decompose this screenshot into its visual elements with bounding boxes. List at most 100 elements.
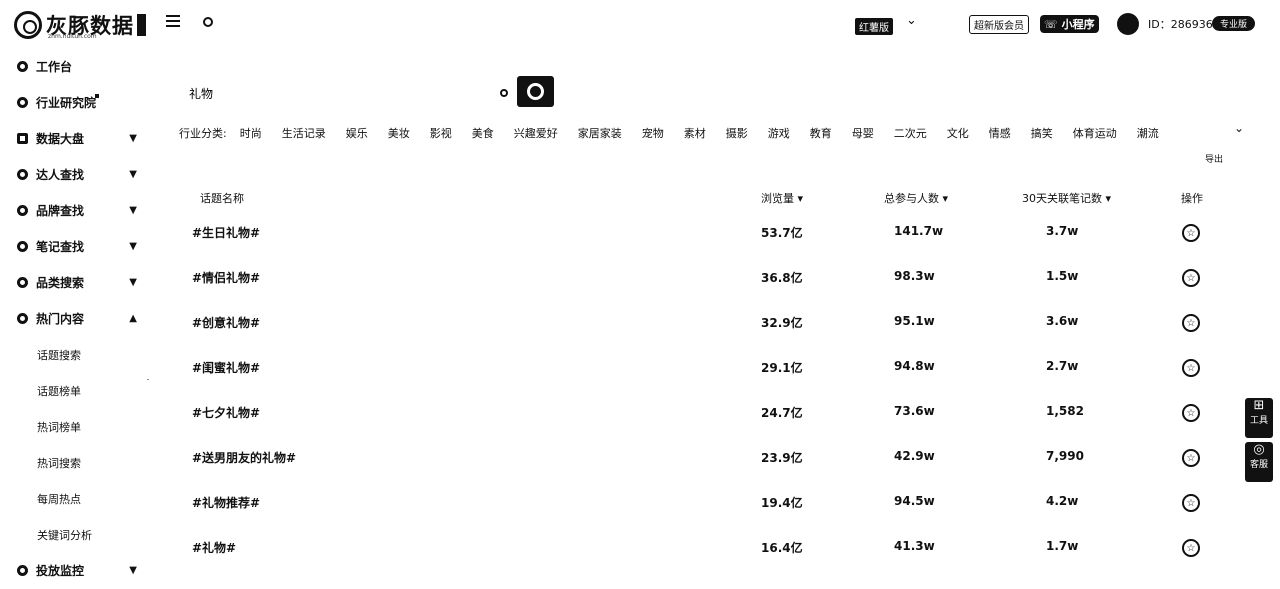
favorite-star-icon[interactable]: ☆ [1182, 269, 1200, 287]
search-icon[interactable] [203, 17, 213, 27]
nav-item-influencer[interactable]: 达人查找 ▼ [17, 164, 137, 184]
mini-program-button[interactable]: ☏ 小程序 [1040, 15, 1099, 33]
nav-item-dashboard[interactable]: 数据大盘 ▼ [17, 128, 137, 148]
topic-name-link[interactable]: #礼物# [192, 539, 236, 556]
category-item[interactable]: 游戏 [768, 125, 790, 141]
sub-item-topic-rank[interactable]: 话题榜单 [37, 383, 81, 399]
header-views[interactable]: 浏览量 ▾ [761, 190, 803, 206]
tools-icon: ⊞ [1253, 398, 1265, 413]
plan-badge: 专业版 [1212, 16, 1256, 31]
views-value: 29.1亿 [761, 361, 803, 375]
participants-value: 141.7w [894, 224, 944, 238]
favorite-star-icon[interactable]: ☆ [1182, 359, 1200, 377]
category-item[interactable]: 宠物 [642, 125, 664, 141]
chart-icon [17, 132, 28, 144]
nav-item-research[interactable]: 行业研究院 [17, 92, 137, 112]
favorite-star-icon[interactable]: ☆ [1182, 404, 1200, 422]
topic-name-link[interactable]: #生日礼物# [192, 224, 260, 241]
table-row: #送男朋友的礼物# 23.9亿 42.9w 7,990 ☆ [0, 449, 1280, 469]
views-value: 23.9亿 [761, 451, 803, 465]
notes-count-value: 2.7w [1046, 359, 1079, 373]
favorite-star-icon[interactable]: ☆ [1182, 224, 1200, 242]
float-tools-button[interactable]: ⊞ 工具 [1245, 398, 1273, 438]
category-item[interactable]: 生活记录 [282, 125, 326, 141]
topic-name-link[interactable]: #闺蜜礼物# [192, 359, 260, 376]
category-item[interactable]: 搞笑 [1031, 125, 1053, 141]
clear-icon[interactable] [500, 89, 508, 97]
topic-name-link[interactable]: #创意礼物# [192, 314, 260, 331]
favorite-star-icon[interactable]: ☆ [1182, 314, 1200, 332]
category-item[interactable]: 体育运动 [1073, 125, 1117, 141]
table-row: #情侣礼物# 36.8亿 98.3w 1.5w ☆ [0, 269, 1280, 289]
category-item[interactable]: 影视 [430, 125, 452, 141]
version-selector[interactable]: 红薯版 [855, 18, 893, 35]
nav-item-label: 工作台 [36, 59, 73, 74]
notes-count-value: 1,582 [1046, 404, 1084, 418]
mini-program-label: 小程序 [1061, 18, 1095, 31]
favorite-star-icon[interactable]: ☆ [1182, 449, 1200, 467]
avatar[interactable] [1117, 13, 1139, 35]
header-notes[interactable]: 30天关联笔记数 ▾ [1022, 190, 1111, 206]
menu-toggle-icon[interactable] [166, 15, 180, 27]
table-row: #闺蜜礼物# 29.1亿 94.8w 2.7w ☆ [0, 359, 1280, 379]
notes-count-value: 7,990 [1046, 449, 1084, 463]
logo-mark-icon [14, 11, 42, 39]
category-item[interactable]: 娱乐 [346, 125, 368, 141]
participants-value: 94.8w [894, 359, 935, 373]
chevron-down-icon: ▼ [129, 204, 137, 216]
category-item[interactable]: 兴趣爱好 [514, 125, 558, 141]
service-icon: ◎ [1253, 442, 1265, 457]
chevron-down-icon: ▼ [129, 168, 137, 180]
category-item[interactable]: 摄影 [726, 125, 748, 141]
float-service-button[interactable]: ◎ 客服 [1245, 442, 1273, 482]
table-row: #生日礼物# 53.7亿 141.7w 3.7w ☆ [0, 224, 1280, 244]
topic-name-link[interactable]: #七夕礼物# [192, 404, 260, 421]
header-participants[interactable]: 总参与人数 ▾ [884, 190, 948, 206]
search-icon [527, 83, 544, 100]
notes-count-value: 1.5w [1046, 269, 1079, 283]
category-item[interactable]: 教育 [810, 125, 832, 141]
chevron-down-icon[interactable]: ⌄ [1234, 121, 1244, 135]
export-button[interactable]: 导出 [1205, 152, 1223, 165]
search-input[interactable] [179, 78, 509, 108]
nav-item-monitor[interactable]: 投放监控 ▼ [17, 560, 137, 580]
chevron-down-icon[interactable]: ⌄ [906, 13, 917, 28]
sort-icon: ▾ [942, 192, 949, 205]
category-item[interactable]: 美妆 [388, 125, 410, 141]
search-button[interactable] [517, 76, 554, 107]
topic-name-link[interactable]: #送男朋友的礼物# [192, 449, 296, 466]
header-actions: 操作 [1181, 192, 1203, 205]
category-item[interactable]: 家居家装 [578, 125, 622, 141]
nav-item-workbench[interactable]: 工作台 [17, 56, 137, 76]
header-participants-label: 总参与人数 [884, 192, 939, 205]
category-item[interactable]: 素材 [684, 125, 706, 141]
notes-count-value: 1.7w [1046, 539, 1079, 553]
table-row: #礼物# 16.4亿 41.3w 1.7w ☆ [0, 539, 1280, 559]
category-item[interactable]: 时尚 [240, 125, 262, 141]
category-item[interactable]: 母婴 [852, 125, 874, 141]
monitor-icon [17, 564, 28, 576]
category-item[interactable]: 二次元 [894, 125, 927, 141]
category-item[interactable]: 美食 [472, 125, 494, 141]
upgrade-member-button[interactable]: 超新版会员 [969, 15, 1029, 34]
category-filter-label: 行业分类: [179, 127, 227, 140]
nav-item-brand[interactable]: 品牌查找 ▼ [17, 200, 137, 220]
nav-item-label: 行业研究院 [36, 95, 97, 110]
category-item[interactable]: 文化 [947, 125, 969, 141]
views-value: 16.4亿 [761, 541, 803, 555]
float-service-label: 客服 [1249, 460, 1268, 470]
divider-mark [147, 379, 149, 380]
category-item[interactable]: 潮流 [1137, 125, 1159, 141]
topic-name-link[interactable]: #情侣礼物# [192, 269, 260, 286]
favorite-star-icon[interactable]: ☆ [1182, 494, 1200, 512]
participants-value: 73.6w [894, 404, 935, 418]
category-item[interactable]: 情感 [989, 125, 1011, 141]
views-value: 19.4亿 [761, 496, 803, 510]
user-id: ID：2869362 [1148, 18, 1220, 31]
home-icon [17, 60, 28, 72]
user-icon [17, 168, 28, 180]
favorite-star-icon[interactable]: ☆ [1182, 539, 1200, 557]
logo-badge [137, 14, 146, 36]
nav-item-label: 数据大盘 [36, 131, 85, 146]
topic-name-link[interactable]: #礼物推荐# [192, 494, 260, 511]
